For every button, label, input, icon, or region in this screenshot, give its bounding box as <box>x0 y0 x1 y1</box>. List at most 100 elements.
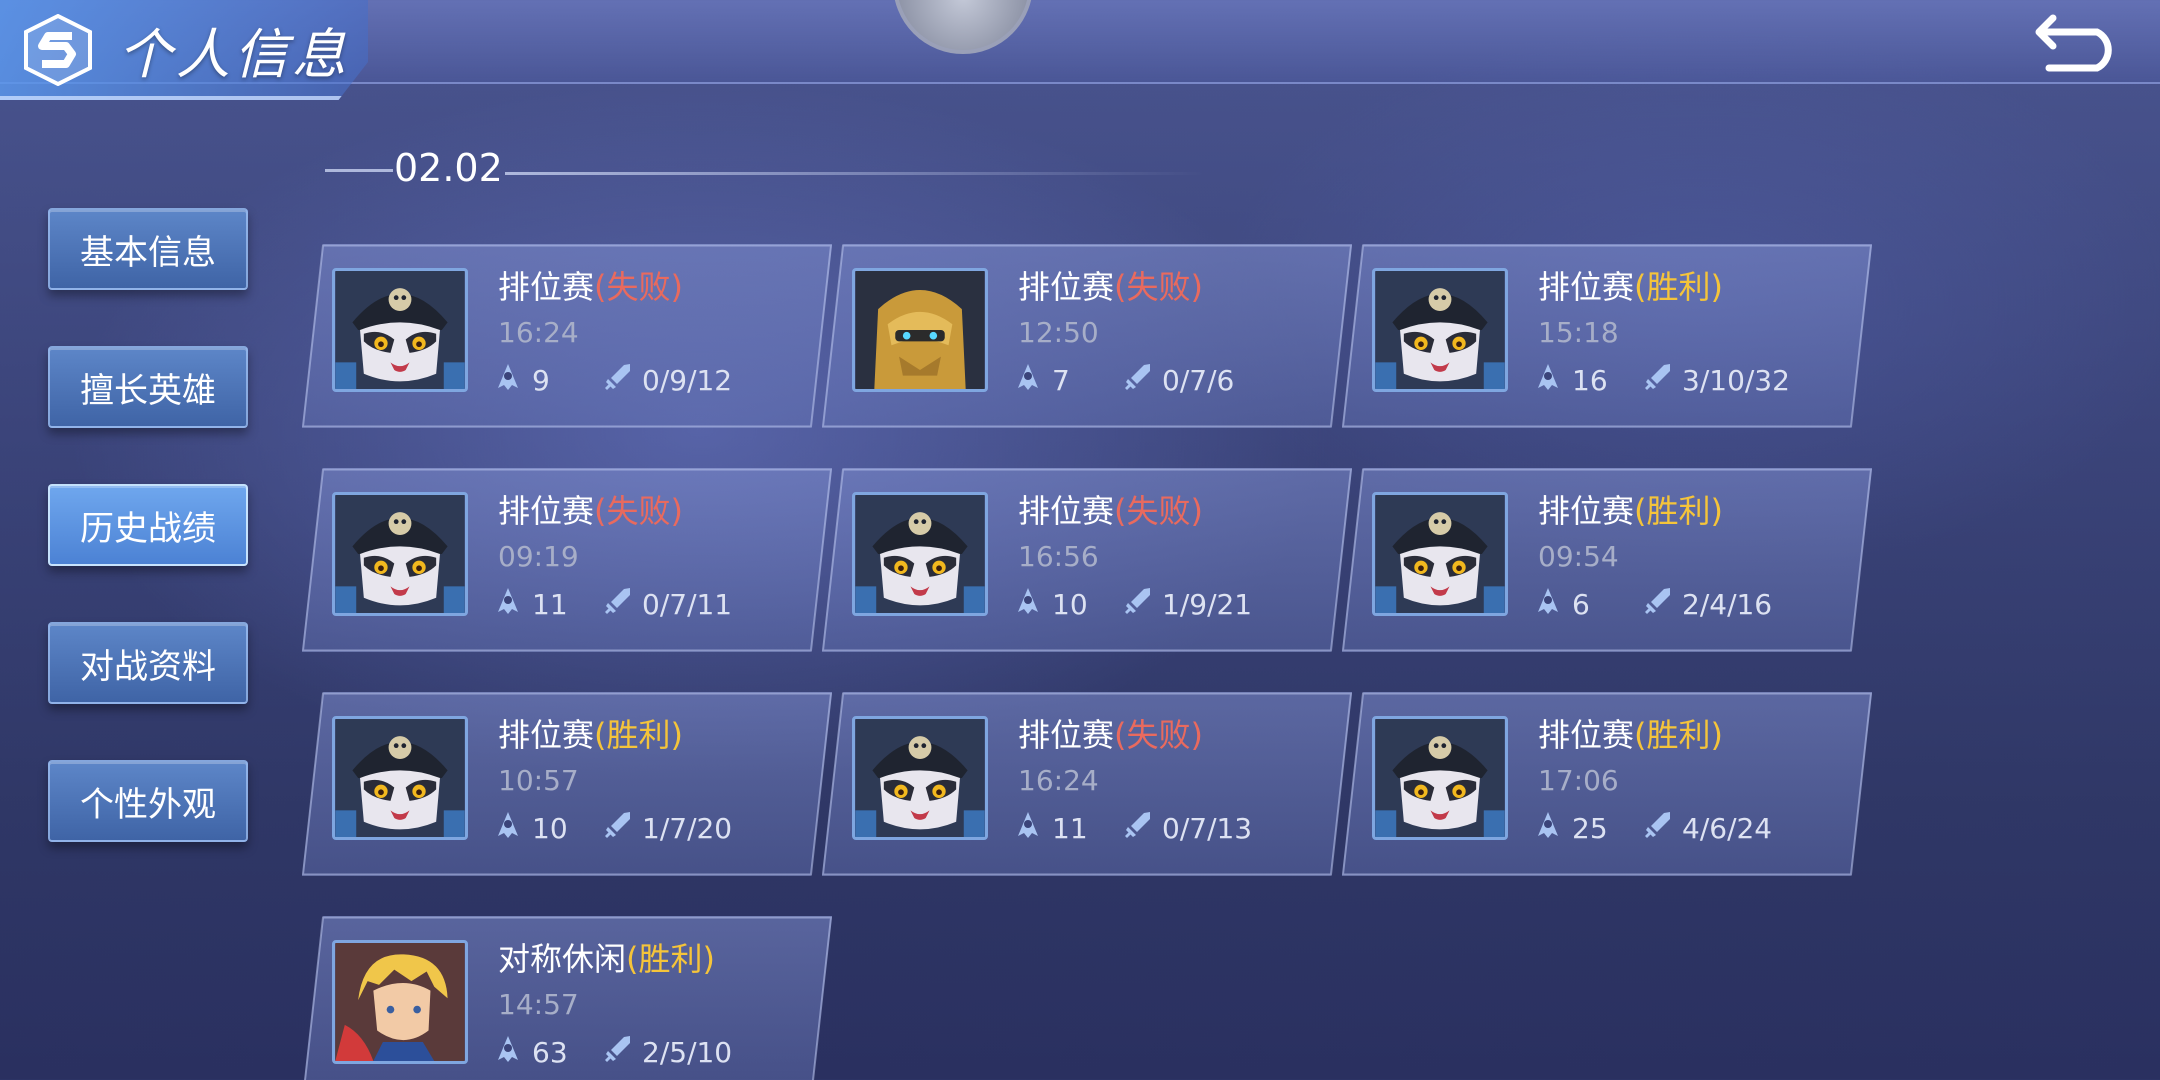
score-value: 63 <box>532 1035 568 1069</box>
hooded-figure-icon <box>1012 585 1044 624</box>
match-mode: 排位赛(胜利) <box>498 710 683 756</box>
score-value: 16 <box>1572 363 1608 397</box>
match-card[interactable]: 排位赛(胜利) 17:06 25 4/6/24 <box>1342 692 1872 876</box>
match-result: (胜利) <box>1634 716 1723 754</box>
match-time: 15:18 <box>1538 316 1619 349</box>
sword-icon <box>1642 809 1674 848</box>
score-value: 10 <box>532 811 568 845</box>
date-label: 02.02 <box>394 146 503 190</box>
match-result: (胜利) <box>1634 268 1723 306</box>
sword-icon <box>1122 361 1154 400</box>
match-mode: 排位赛(胜利) <box>1538 486 1723 532</box>
score-stat: 10 <box>1012 586 1088 622</box>
kda-value: 0/7/6 <box>1162 363 1235 397</box>
match-time: 14:57 <box>498 988 579 1021</box>
match-card[interactable]: 排位赛(失败) 09:19 11 0/7/11 <box>302 468 832 652</box>
hero-portrait <box>852 268 988 392</box>
hero-portrait <box>332 940 468 1064</box>
score-value: 6 <box>1572 587 1590 621</box>
match-time: 09:54 <box>1538 540 1619 573</box>
mode-label: 排位赛 <box>498 268 595 306</box>
kda-stat: 0/7/11 <box>602 586 732 622</box>
kda-stat: 1/9/21 <box>1122 586 1252 622</box>
kda-value: 0/7/13 <box>1162 811 1253 845</box>
score-value: 7 <box>1052 363 1070 397</box>
kda-value: 1/9/21 <box>1162 587 1253 621</box>
kda-stat: 2/5/10 <box>602 1034 732 1070</box>
back-arrow-icon[interactable] <box>2035 10 2125 74</box>
kda-stat: 2/4/16 <box>1642 586 1772 622</box>
kda-value: 0/7/11 <box>642 587 733 621</box>
match-time: 12:50 <box>1018 316 1099 349</box>
match-card[interactable]: 排位赛(胜利) 10:57 10 1/7/20 <box>302 692 832 876</box>
mode-label: 排位赛 <box>1018 268 1115 306</box>
match-card[interactable]: 排位赛(失败) 12:50 7 0/7/6 <box>822 244 1352 428</box>
match-card[interactable]: 排位赛(失败) 16:24 11 0/7/13 <box>822 692 1352 876</box>
hero-portrait <box>1372 716 1508 840</box>
hooded-figure-icon <box>1532 585 1564 624</box>
kda-value: 2/5/10 <box>642 1035 733 1069</box>
match-result: (胜利) <box>1634 492 1723 530</box>
score-value: 11 <box>532 587 568 621</box>
score-value: 11 <box>1052 811 1088 845</box>
match-result: (胜利) <box>594 716 683 754</box>
score-stat: 10 <box>492 810 568 846</box>
match-result: (失败) <box>594 492 683 530</box>
match-mode: 排位赛(失败) <box>498 262 683 308</box>
mode-label: 排位赛 <box>1018 492 1115 530</box>
sidebar-item-3[interactable]: 历史战绩 <box>48 484 248 566</box>
score-stat: 25 <box>1532 810 1608 846</box>
sidebar-item-1[interactable]: 基本信息 <box>48 208 248 290</box>
date-divider-left <box>325 169 393 172</box>
sidebar-item-4[interactable]: 对战资料 <box>48 622 248 704</box>
score-stat: 6 <box>1532 586 1590 622</box>
hero-portrait <box>332 268 468 392</box>
score-stat: 16 <box>1532 362 1608 398</box>
hooded-figure-icon <box>1012 809 1044 848</box>
hooded-figure-icon <box>492 361 524 400</box>
hooded-figure-icon <box>492 809 524 848</box>
match-mode: 对称休闲(胜利) <box>498 934 715 980</box>
kda-value: 0/9/12 <box>642 363 733 397</box>
match-card[interactable]: 排位赛(胜利) 09:54 6 2/4/16 <box>1342 468 1872 652</box>
sword-icon <box>602 1033 634 1072</box>
score-stat: 7 <box>1012 362 1070 398</box>
hooded-figure-icon <box>492 585 524 624</box>
score-value: 9 <box>532 363 550 397</box>
sword-icon <box>1122 585 1154 624</box>
match-card[interactable]: 排位赛(失败) 16:56 10 1/9/21 <box>822 468 1352 652</box>
match-result: (胜利) <box>626 940 715 978</box>
match-mode: 排位赛(胜利) <box>1538 262 1723 308</box>
match-time: 10:57 <box>498 764 579 797</box>
kda-value: 1/7/20 <box>642 811 733 845</box>
title-block: 个人信息 <box>0 0 368 100</box>
score-stat: 9 <box>492 362 550 398</box>
hooded-figure-icon <box>1532 361 1564 400</box>
kda-value: 2/4/16 <box>1682 587 1773 621</box>
mode-label: 排位赛 <box>1538 716 1635 754</box>
kda-stat: 0/9/12 <box>602 362 732 398</box>
kda-stat: 3/10/32 <box>1642 362 1790 398</box>
sidebar-item-2[interactable]: 擅长英雄 <box>48 346 248 428</box>
score-value: 10 <box>1052 587 1088 621</box>
sword-icon <box>1122 809 1154 848</box>
hero-portrait <box>1372 492 1508 616</box>
sidebar-item-5[interactable]: 个性外观 <box>48 760 248 842</box>
match-card[interactable]: 排位赛(失败) 16:24 9 0/9/12 <box>302 244 832 428</box>
kda-stat: 1/7/20 <box>602 810 732 846</box>
kda-value: 4/6/24 <box>1682 811 1773 845</box>
match-card[interactable]: 对称休闲(胜利) 14:57 63 2/5/10 <box>302 916 832 1080</box>
sword-icon <box>1642 585 1674 624</box>
hooded-figure-icon <box>492 1033 524 1072</box>
hooded-figure-icon <box>1012 361 1044 400</box>
kda-stat: 0/7/6 <box>1122 362 1234 398</box>
hero-portrait <box>332 716 468 840</box>
match-time: 09:19 <box>498 540 579 573</box>
sword-icon <box>602 585 634 624</box>
mode-label: 排位赛 <box>1018 716 1115 754</box>
kda-stat: 4/6/24 <box>1642 810 1772 846</box>
match-card[interactable]: 排位赛(胜利) 15:18 16 3/10/32 <box>1342 244 1872 428</box>
sword-icon <box>602 809 634 848</box>
hero-portrait <box>332 492 468 616</box>
score-stat: 63 <box>492 1034 568 1070</box>
